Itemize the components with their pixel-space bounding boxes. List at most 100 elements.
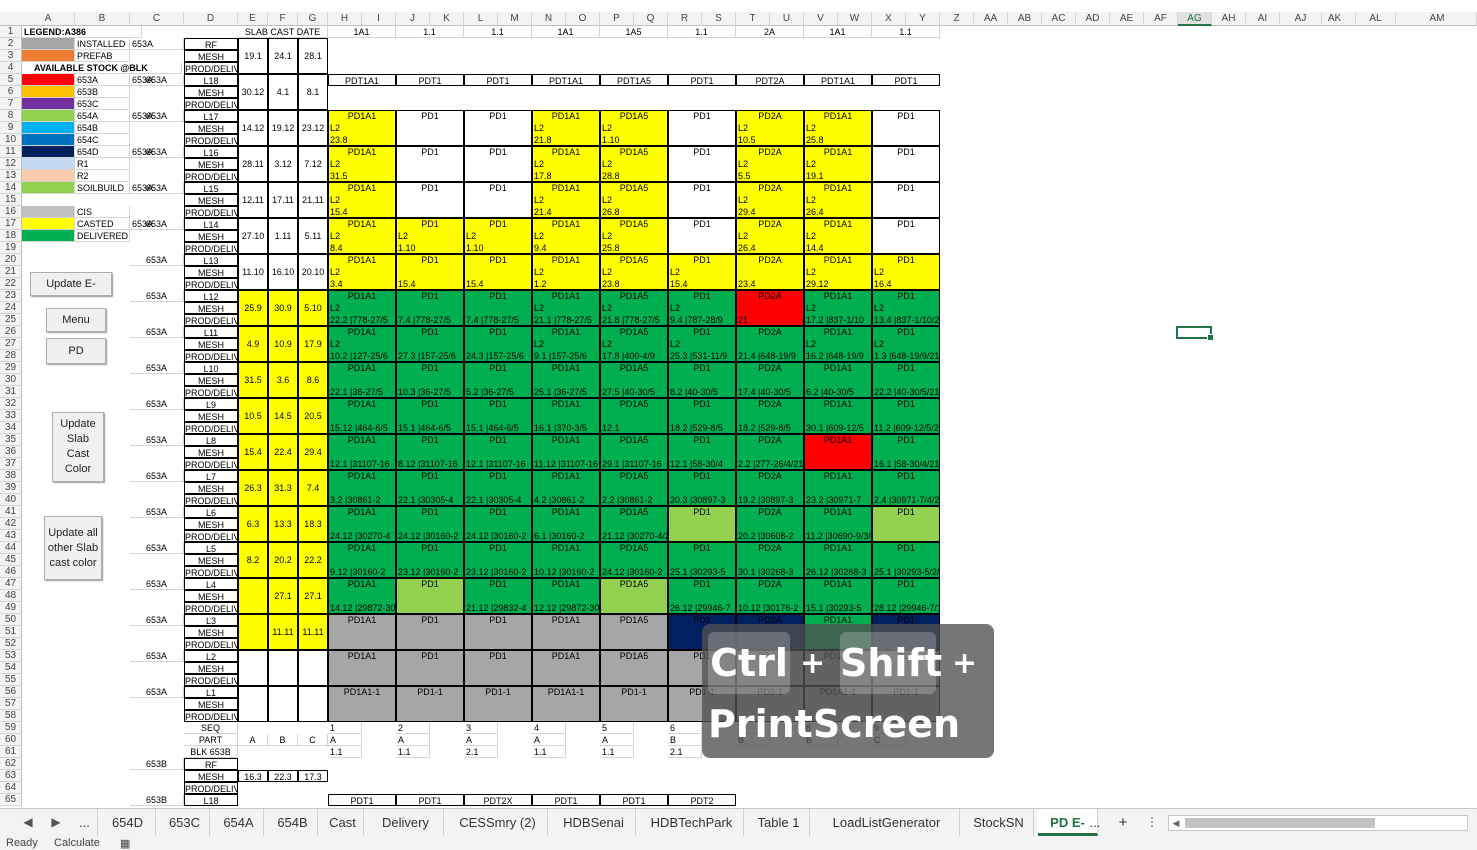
level-name[interactable]: L16 — [184, 146, 238, 158]
pd-header-cell[interactable]: 1.1 — [396, 26, 464, 38]
slab-cast-date-value[interactable]: 22.4 — [268, 446, 298, 458]
pd-code-cell[interactable]: PDT2X — [464, 794, 532, 806]
pd-level-code[interactable]: PD1 — [464, 506, 532, 518]
pd-level-code[interactable]: PD1A1 — [532, 290, 600, 302]
pd-prod-value[interactable]: 17.2 |837-1/10 — [804, 314, 872, 326]
row-header[interactable]: 8 — [0, 110, 22, 122]
pd-level-code[interactable]: PD1A5 — [600, 578, 668, 590]
legend-label[interactable]: 654A — [75, 110, 130, 122]
pd-level-code[interactable]: PD1A1 — [328, 542, 396, 554]
pd-prod-value[interactable]: 1.10 — [396, 242, 464, 254]
pd-level-code[interactable]: PD1A1 — [532, 434, 600, 446]
slab-cast-date-value[interactable]: 8.6 — [298, 374, 328, 386]
legend-label[interactable]: 654D — [75, 146, 130, 158]
column-header-aa[interactable]: AA — [974, 12, 1008, 26]
pd-level-code[interactable]: PD1 — [396, 578, 464, 590]
update-slab-cast-color-button[interactable]: Update Slab Cast Color — [52, 412, 104, 482]
pd-mesh-value[interactable]: L2 — [328, 122, 362, 134]
pd-level-code[interactable]: PD1A5 — [600, 218, 668, 230]
update-all-other-slab-cast-color-button[interactable]: Update all other Slab cast color — [44, 516, 102, 580]
seq-table-label[interactable]: SEQ — [184, 722, 238, 734]
pd-prod-value[interactable]: 21.1 |778-27/5 — [532, 314, 600, 326]
row-header[interactable]: 42 — [0, 518, 22, 530]
pd-level-code[interactable]: PD1 — [668, 434, 736, 446]
row-header[interactable]: 21 — [0, 266, 22, 278]
pd-level-code[interactable]: PD1A1 — [532, 398, 600, 410]
slab-cast-date-value[interactable]: 6.3 — [238, 518, 268, 530]
pd-prod-value[interactable]: 11.2 |30690-9/3/21 — [804, 530, 872, 542]
pd-prod-value[interactable]: 31.5 — [328, 170, 396, 182]
block-code[interactable]: 653A — [130, 614, 184, 626]
legend-label[interactable]: R2 — [75, 170, 130, 182]
block-code[interactable]: 653A — [130, 146, 184, 158]
level-name[interactable]: L7 — [184, 470, 238, 482]
seq-blk[interactable]: 1.1 — [396, 746, 430, 758]
pd-level-code[interactable]: PD2A — [736, 362, 804, 374]
pd-level-code[interactable]: PD1A5 — [600, 614, 668, 626]
column-header-h[interactable]: H — [328, 12, 362, 26]
pd-mesh-value[interactable]: L2 — [328, 302, 362, 314]
block-code[interactable]: 653A — [130, 326, 184, 338]
pd-level-code[interactable]: PD1 — [464, 578, 532, 590]
level-sublabel[interactable]: MESH — [184, 50, 238, 62]
pd-prod-value[interactable]: 28.12 |29946-7/1/21 — [872, 602, 940, 614]
slab-cast-date-value[interactable]: 27.1 — [268, 590, 298, 602]
row-header[interactable]: 36 — [0, 446, 22, 458]
pd-level-code[interactable]: PD1 — [464, 146, 532, 158]
row-header[interactable]: 3 — [0, 50, 22, 62]
pd-mesh-value[interactable]: L2 — [532, 158, 566, 170]
macro-record-icon[interactable]: ▦ — [120, 837, 130, 850]
seq-number[interactable]: 6 — [668, 722, 702, 734]
column-header-g[interactable]: G — [298, 12, 328, 26]
row-header[interactable]: 37 — [0, 458, 22, 470]
pd-level-code[interactable]: PD1 — [668, 470, 736, 482]
pd-level-code[interactable]: PD1A1 — [328, 362, 396, 374]
seq-blk[interactable]: 2.1 — [668, 746, 702, 758]
legend-label[interactable]: INSTALLED — [75, 38, 130, 50]
pd-level-code[interactable]: PD1A1 — [328, 506, 396, 518]
pd-level-code[interactable]: PD1 — [872, 290, 940, 302]
pd-level-code[interactable]: PD2A — [736, 182, 804, 194]
seq-number[interactable]: 4 — [532, 722, 566, 734]
slab-cast-date-value[interactable]: 31.3 — [268, 482, 298, 494]
tab-splitter-icon[interactable]: ⋮ — [1142, 809, 1162, 836]
pd-level-code[interactable]: PD1A1 — [532, 182, 600, 194]
pd-prod-value[interactable]: 23.2 |30971-7 — [804, 494, 872, 506]
pd-prod-value[interactable]: 16.1 |370-3/5 — [532, 422, 600, 434]
pd-level-code[interactable]: PD1A1 — [804, 326, 872, 338]
slab-cast-date-value[interactable]: 20.5 — [298, 410, 328, 422]
legend-title[interactable]: LEGEND:A386 — [22, 26, 142, 38]
slab-cast-date-value[interactable]: 8.2 — [238, 554, 268, 566]
pd-mesh-value[interactable]: L2 — [872, 338, 906, 350]
row-header[interactable]: 4 — [0, 62, 22, 74]
row-header[interactable]: 62 — [0, 758, 22, 770]
seq-part-letter[interactable]: B — [268, 734, 298, 746]
column-header-ab[interactable]: AB — [1008, 12, 1042, 26]
pd-prod-value[interactable]: 10.3 |36-27/5 — [396, 386, 464, 398]
row-header[interactable]: 63 — [0, 770, 22, 782]
pd-level-code[interactable]: PD1A1 — [328, 110, 396, 122]
pd-prod-value[interactable]: 2.2 |277-26/4/21 — [736, 458, 804, 470]
level-name[interactable]: L11 — [184, 326, 238, 338]
block-code[interactable]: 653A — [130, 362, 184, 374]
pd-mesh-value[interactable]: L2 — [600, 122, 634, 134]
pd-prod-value[interactable]: 4.2 |30861-2 — [532, 494, 600, 506]
pd-level-code[interactable]: PD1 — [396, 326, 464, 338]
level-sublabel[interactable]: MESH — [184, 302, 238, 314]
pd-level-code[interactable]: PD2A — [736, 470, 804, 482]
pd-level-code[interactable]: PD1A1 — [328, 470, 396, 482]
pd-prod-value[interactable]: 2.2 |30861-2 — [600, 494, 668, 506]
pd-prod-value[interactable]: 10.5 — [736, 134, 804, 146]
column-header-z[interactable]: Z — [940, 12, 974, 26]
pd-level-code[interactable]: PD1 — [668, 398, 736, 410]
level-sublabel[interactable]: MESH — [184, 662, 238, 674]
pd-level-code[interactable]: PD1A1 — [532, 326, 600, 338]
seq-part[interactable]: A — [600, 734, 634, 746]
pd-prod-value[interactable]: 11.2 |609-12/5/21 — [872, 422, 940, 434]
pd-level-code[interactable]: PD2A — [736, 218, 804, 230]
row-header[interactable]: 40 — [0, 494, 22, 506]
pd-level-code[interactable]: PD1A5 — [600, 326, 668, 338]
pd-prod-value[interactable]: 26.4 — [804, 206, 872, 218]
pd-level-code[interactable]: PD1 — [872, 542, 940, 554]
slab-cast-date-value[interactable]: 11.11 — [298, 626, 328, 638]
